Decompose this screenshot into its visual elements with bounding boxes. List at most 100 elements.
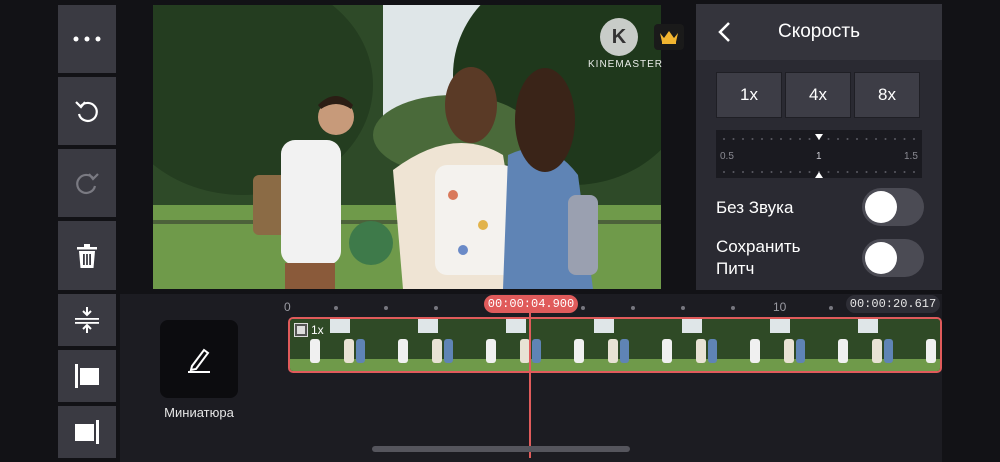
panel-header: Скорость [696, 4, 942, 60]
slider-mid-label: 1 [816, 151, 822, 162]
slider-tick [770, 171, 773, 173]
speed-4x-button[interactable]: 4x [785, 72, 851, 118]
slider-min-label: 0.5 [720, 151, 734, 162]
slider-tick [827, 171, 830, 173]
clip-frame [730, 319, 818, 371]
clip-frame [906, 319, 940, 371]
slider-tick [865, 171, 868, 173]
slider-tick [789, 138, 792, 140]
clip-frame [642, 319, 730, 371]
video-clip[interactable]: 1x [288, 317, 942, 373]
slider-tick [884, 171, 887, 173]
tick-dot [334, 306, 338, 310]
slider-tick [723, 138, 725, 140]
slider-tick [913, 138, 915, 140]
slider-tick [913, 171, 915, 173]
slider-max-label: 1.5 [904, 151, 918, 162]
speed-slider[interactable]: 0.5 1 1.5 [716, 130, 922, 178]
speed-8x-button[interactable]: 8x [854, 72, 920, 118]
film-icon [294, 323, 308, 337]
toggle-knob [865, 191, 897, 223]
trash-icon [77, 243, 97, 268]
speed-panel: Скорость 1x 4x 8x 0.5 1 1.5 Без Звука Со… [696, 4, 942, 290]
expand-tracks-button[interactable] [58, 294, 116, 346]
slider-tick [808, 171, 811, 173]
slider-tick [827, 138, 830, 140]
slider-tick [846, 138, 849, 140]
tick-label-10: 10 [773, 300, 787, 314]
clip-frame [378, 319, 466, 371]
tick-label-start: 0 [284, 300, 291, 314]
toggle-knob [865, 242, 897, 274]
slider-tick [789, 171, 792, 173]
undo-button[interactable] [58, 77, 116, 145]
slider-tick [742, 138, 744, 140]
chevron-left-icon [718, 22, 730, 42]
slider-tick [761, 138, 763, 140]
thumbnail-label: Миниатюра [164, 405, 234, 420]
more-button[interactable] [58, 5, 116, 73]
slider-tick [742, 171, 744, 173]
keep-pitch-toggle[interactable] [862, 239, 924, 277]
slider-tick [837, 138, 839, 140]
more-icon [73, 36, 101, 42]
premium-button[interactable] [654, 24, 684, 50]
total-duration-badge: 00:00:20.617 [846, 295, 940, 313]
slider-tick [894, 138, 896, 140]
crown-icon [660, 31, 678, 44]
video-preview[interactable] [153, 5, 661, 289]
clip-frame [466, 319, 554, 371]
slider-tick [856, 138, 858, 140]
slider-tick [723, 171, 725, 173]
playhead[interactable] [529, 308, 531, 458]
slider-tick [770, 138, 773, 140]
video-editor: K KINEMASTER Скорость 1x 4x 8x 0.5 1 1.5… [0, 0, 1000, 462]
clip-start-button[interactable] [58, 350, 116, 402]
panel-title: Скорость [777, 21, 861, 42]
clip-end-icon [75, 420, 99, 444]
clip-start-icon [75, 364, 99, 388]
slider-tick [751, 171, 754, 173]
slider-tick [751, 138, 754, 140]
tick-dot [631, 306, 635, 310]
tick-dot [434, 306, 438, 310]
thumbnail-button[interactable] [160, 320, 238, 398]
slider-tick [903, 171, 906, 173]
clip-end-button[interactable] [58, 406, 116, 458]
slider-indicator-top [815, 134, 823, 140]
mute-label: Без Звука [716, 198, 794, 217]
undo-icon [75, 101, 98, 123]
pencil-icon [188, 348, 210, 373]
slider-tick [732, 171, 735, 173]
keep-pitch-label: Сохранить Питч [716, 236, 800, 280]
preview-frame [153, 5, 661, 289]
slider-tick [875, 138, 877, 140]
clip-frame [554, 319, 642, 371]
back-button[interactable] [710, 18, 738, 46]
expand-tracks-icon [75, 307, 99, 333]
redo-button[interactable] [58, 149, 116, 217]
redo-icon [76, 173, 99, 195]
slider-tick [837, 171, 839, 173]
slider-tick [865, 138, 868, 140]
slider-tick [780, 138, 782, 140]
slider-tick [780, 171, 782, 173]
mute-toggle[interactable] [862, 188, 924, 226]
timeline-scrollbar[interactable] [372, 446, 630, 452]
slider-tick [732, 138, 735, 140]
clip-speed-badge: 1x [294, 323, 324, 337]
slider-tick [894, 171, 896, 173]
slider-tick [761, 171, 763, 173]
slider-tick [856, 171, 858, 173]
slider-tick [799, 171, 801, 173]
kinemaster-logo-mark: K [600, 18, 638, 56]
tick-dot [731, 306, 735, 310]
speed-1x-button[interactable]: 1x [716, 72, 782, 118]
clip-thumbnails [290, 319, 940, 371]
clip-speed-label: 1x [311, 323, 324, 337]
keep-pitch-label-line1: Сохранить [716, 237, 801, 256]
current-time-badge: 00:00:04.900 [484, 295, 578, 313]
delete-button[interactable] [58, 221, 116, 290]
slider-tick [846, 171, 849, 173]
slider-tick [875, 171, 877, 173]
